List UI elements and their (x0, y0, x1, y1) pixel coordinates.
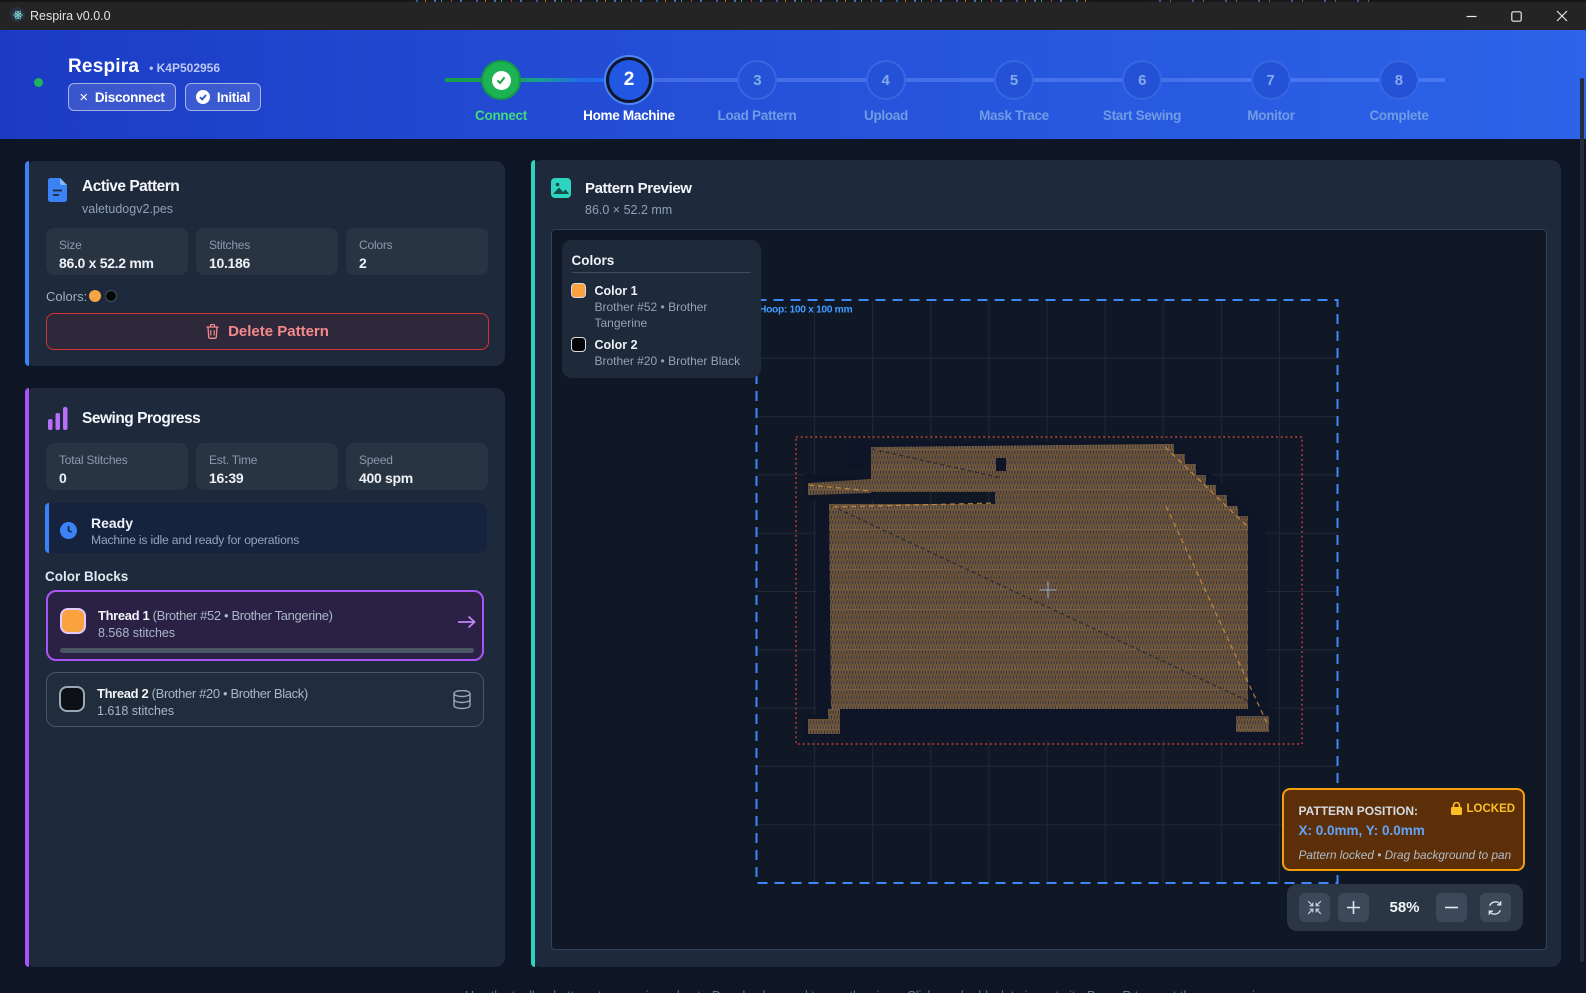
svg-text:Hoop: 100 x 100 mm: Hoop: 100 x 100 mm (759, 305, 852, 316)
